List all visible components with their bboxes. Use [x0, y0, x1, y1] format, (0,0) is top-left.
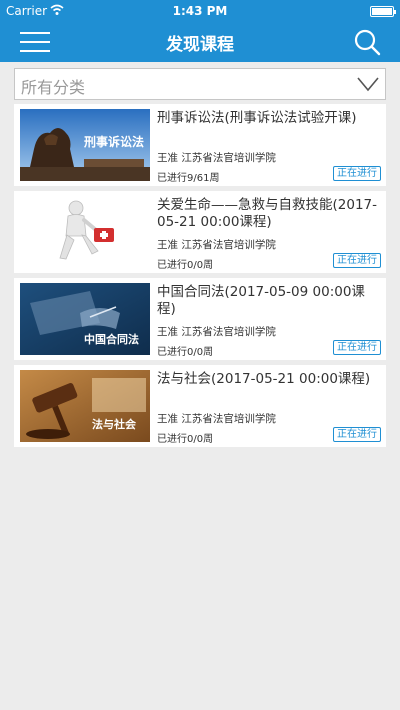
thumbnail-caption: 刑事诉讼法 — [84, 135, 145, 149]
thumbnail-caption: 中国合同法 — [84, 333, 139, 346]
status-bar: Carrier 1:43 PM — [0, 0, 400, 22]
course-title: 法与社会(2017-05-21 00:00课程) — [157, 371, 371, 387]
course-progress: 已进行0/0周 — [157, 347, 214, 358]
course-title: 中国合同法(2017-05-09 00:00课程) — [157, 284, 365, 317]
hamburger-menu-icon — [20, 50, 50, 52]
course-list: 刑事诉讼法 刑事诉讼法(刑事诉讼法试验开课) 王准 江苏省法官培训学院 已进行9… — [14, 104, 386, 452]
status-badge: 正在进行 — [333, 340, 381, 355]
course-teacher: 王准 江苏省法官培训学院 — [157, 239, 276, 251]
course-card[interactable]: 刑事诉讼法 刑事诉讼法(刑事诉讼法试验开课) 王准 江苏省法官培训学院 已进行9… — [14, 104, 386, 186]
battery-icon — [370, 6, 396, 17]
course-thumbnail: 法与社会 — [20, 370, 150, 442]
category-selected-label: 所有分类 — [21, 78, 86, 97]
course-progress: 已进行0/0周 — [157, 260, 214, 271]
nav-bar: 发现课程 — [0, 22, 400, 62]
course-title: 关爱生命——急救与自救技能(2017-05-21 00:00课程) — [157, 197, 377, 230]
thumbnail-caption: 法与社会 — [92, 418, 136, 431]
course-teacher: 王准 江苏省法官培训学院 — [157, 413, 276, 425]
category-dropdown[interactable]: 所有分类 — [14, 68, 386, 100]
course-card[interactable]: 中国合同法 中国合同法(2017-05-09 00:00课程) 王准 江苏省法官… — [14, 278, 386, 360]
course-card[interactable]: 关爱生命——急救与自救技能(2017-05-21 00:00课程) 王准 江苏省… — [14, 191, 386, 273]
course-progress: 已进行0/0周 — [157, 434, 214, 445]
search-button[interactable] — [352, 27, 382, 57]
status-badge: 正在进行 — [333, 166, 381, 181]
menu-button[interactable] — [20, 29, 52, 55]
status-badge: 正在进行 — [333, 253, 381, 268]
course-thumbnail: 中国合同法 — [20, 283, 150, 355]
search-icon — [354, 29, 381, 56]
hamburger-menu-icon — [20, 32, 50, 34]
clock: 1:43 PM — [172, 4, 228, 18]
status-badge: 正在进行 — [333, 427, 381, 442]
course-title: 刑事诉讼法(刑事诉讼法试验开课) — [157, 110, 357, 126]
course-progress: 已进行9/61周 — [157, 173, 220, 184]
app-header: Carrier 1:43 PM 发现课程 — [0, 0, 400, 62]
first-aid-figure-image — [20, 196, 150, 268]
course-thumbnail: 刑事诉讼法 — [20, 109, 150, 181]
course-thumbnail — [20, 196, 150, 268]
hamburger-menu-icon — [20, 41, 50, 43]
course-teacher: 王准 江苏省法官培训学院 — [157, 326, 276, 338]
course-card[interactable]: 法与社会 法与社会(2017-05-21 00:00课程) 王准 江苏省法官培训… — [14, 365, 386, 447]
course-teacher: 王准 江苏省法官培训学院 — [157, 152, 276, 164]
chevron-down-icon — [357, 77, 379, 92]
page-title: 发现课程 — [166, 35, 234, 55]
